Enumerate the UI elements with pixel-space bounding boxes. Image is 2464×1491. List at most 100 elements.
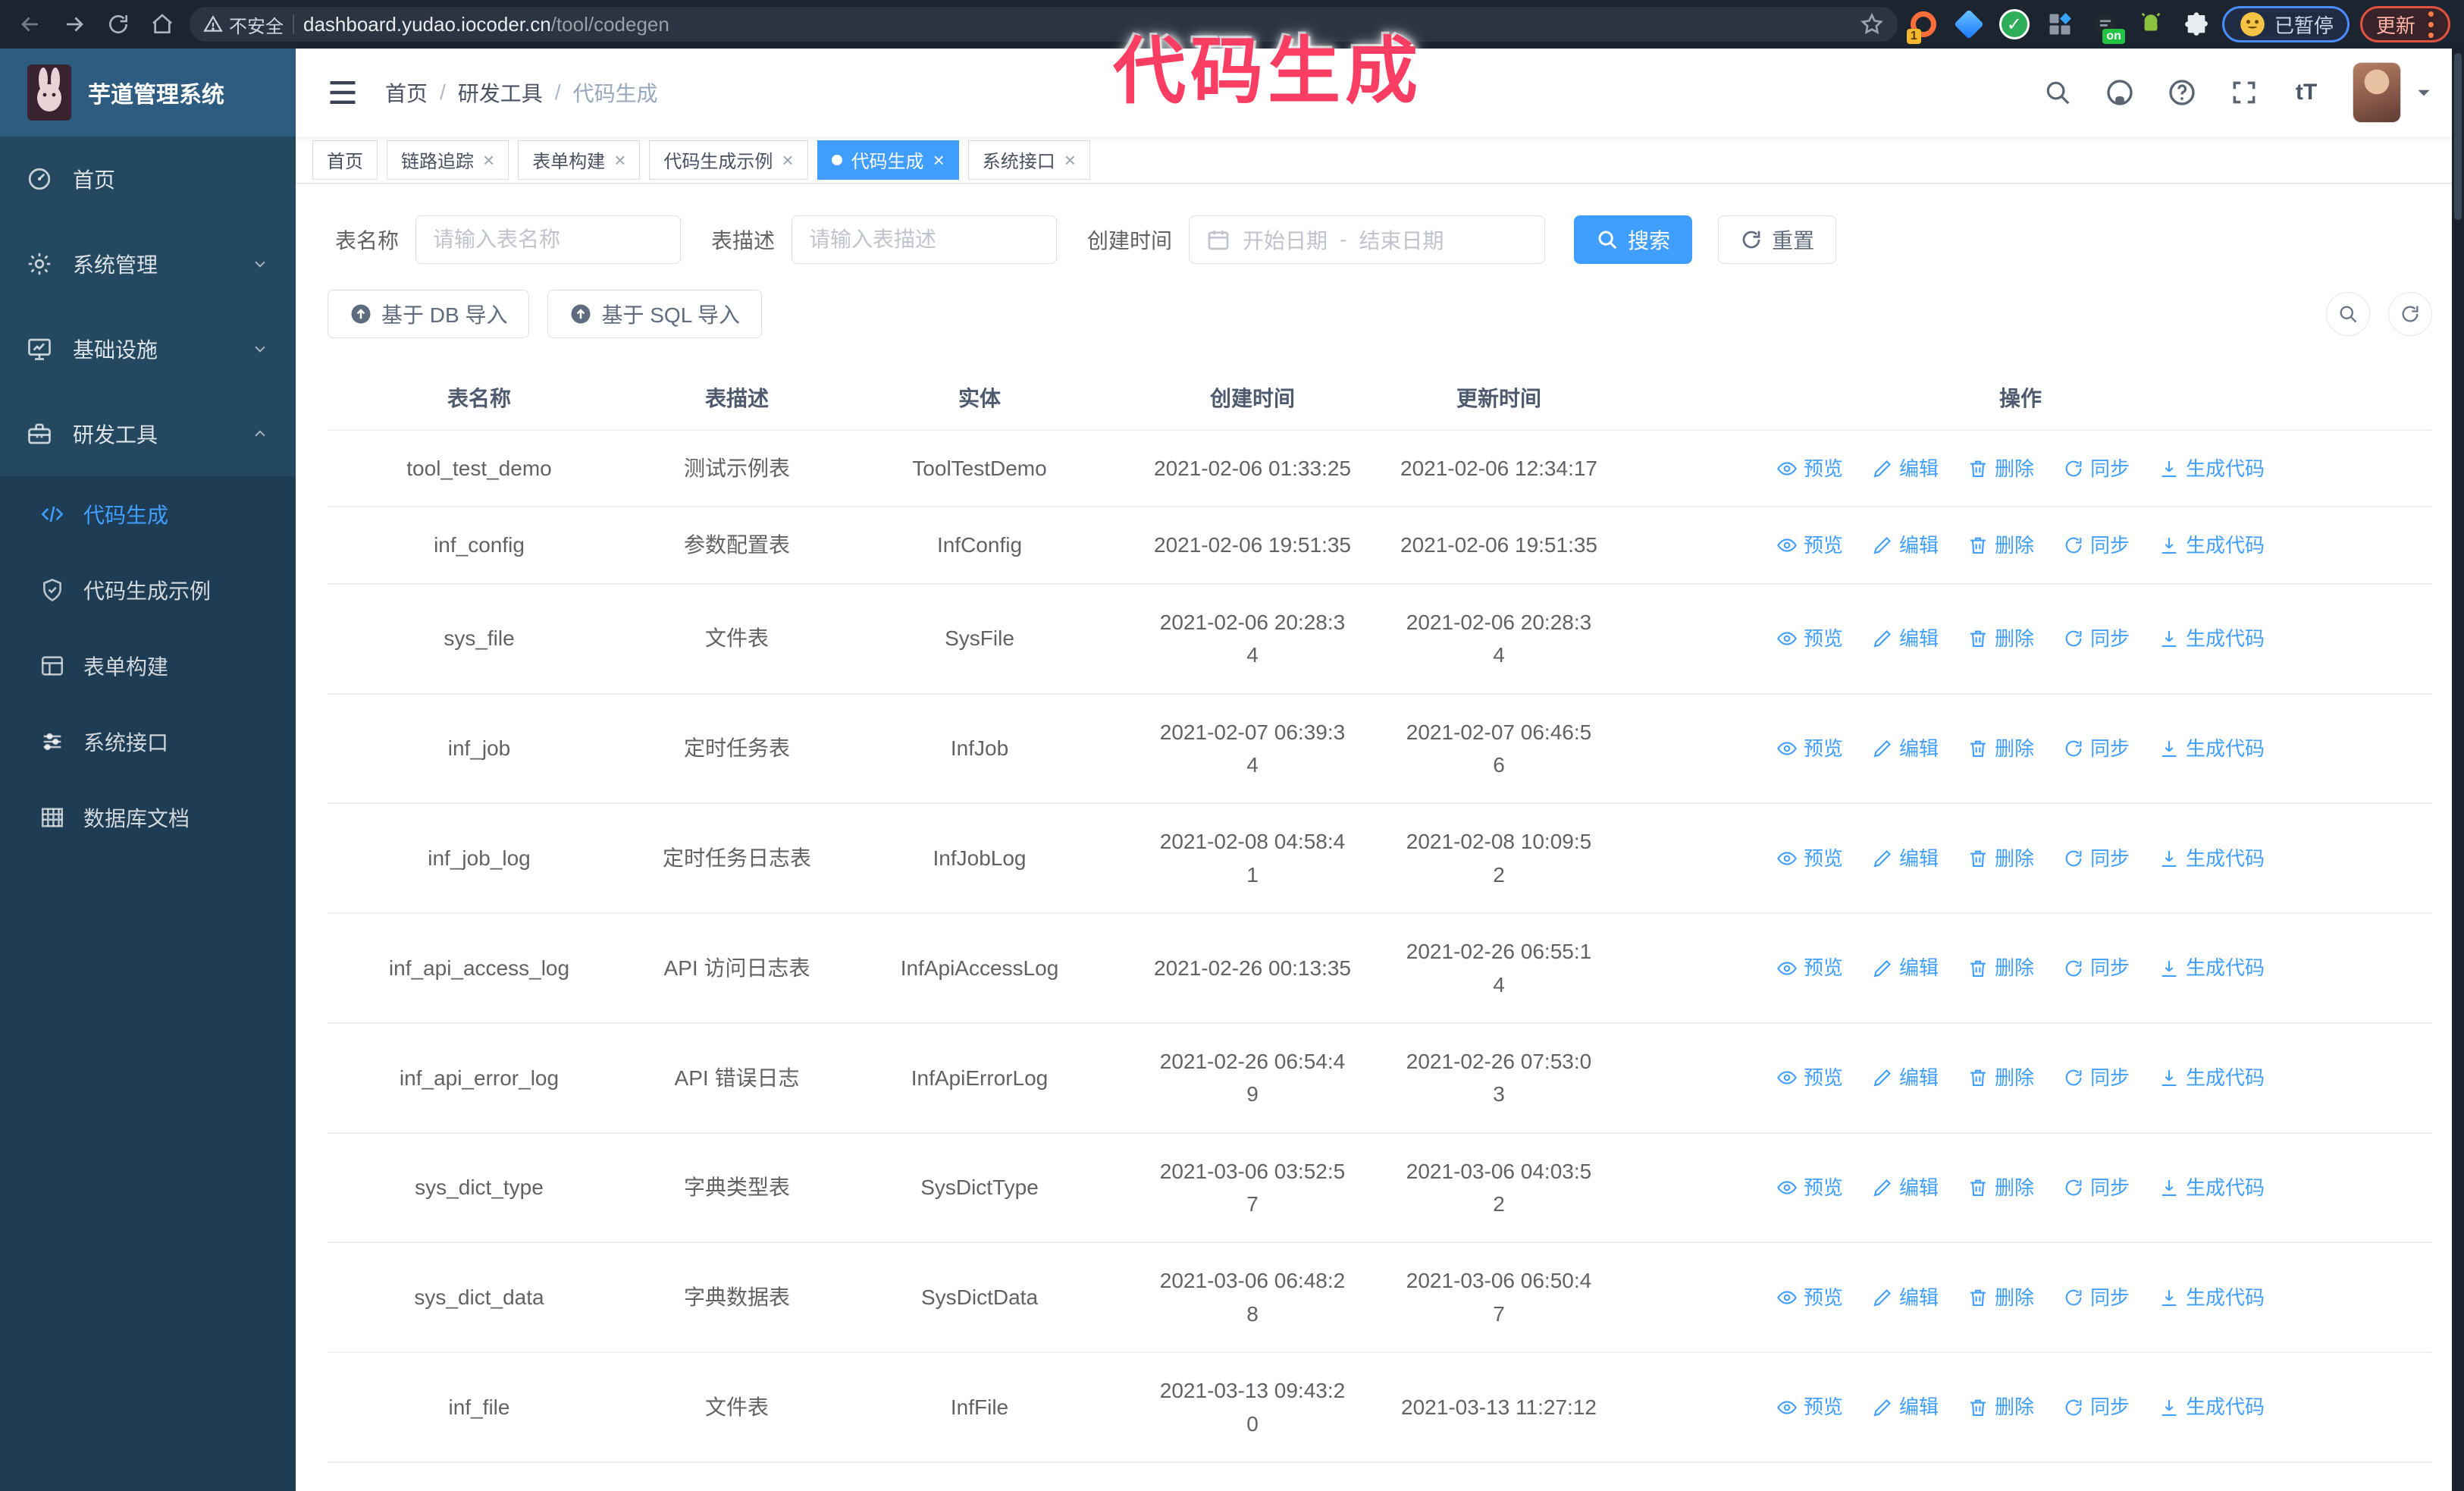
toggle-search-button[interactable]	[2326, 292, 2370, 336]
close-tab-icon[interactable]: ×	[782, 150, 793, 170]
extension-on-icon[interactable]: on	[2090, 9, 2125, 44]
paused-extension-button[interactable]: 已暂停	[2221, 6, 2350, 42]
close-tab-icon[interactable]: ×	[1064, 150, 1076, 170]
tab-codegen[interactable]: 代码生成 ×	[817, 140, 959, 180]
preview-link[interactable]: 预览	[1776, 530, 1843, 560]
delete-link[interactable]: 删除	[1967, 733, 2034, 764]
sync-link[interactable]: 同步	[2063, 1282, 2130, 1313]
edit-link[interactable]: 编辑	[1872, 733, 1939, 764]
delete-link[interactable]: 删除	[1967, 1282, 2034, 1313]
browser-back-icon[interactable]	[14, 8, 47, 41]
edit-link[interactable]: 编辑	[1872, 1282, 1939, 1313]
github-icon[interactable]	[2103, 76, 2136, 109]
preview-link[interactable]: 预览	[1776, 733, 1843, 764]
close-tab-icon[interactable]: ×	[614, 150, 625, 170]
chrome-menu-icon[interactable]: • • •	[2428, 4, 2434, 46]
tab-tracing[interactable]: 链路追踪 ×	[387, 140, 509, 180]
preview-link[interactable]: 预览	[1776, 1063, 1843, 1093]
preview-link[interactable]: 预览	[1776, 843, 1843, 874]
reset-button[interactable]: 重置	[1718, 215, 1837, 264]
sidebar-item-devtools[interactable]: 研发工具	[0, 391, 296, 476]
sidebar-item-home[interactable]: 首页	[0, 137, 296, 221]
help-icon[interactable]	[2165, 76, 2199, 109]
scrollbar-thumb[interactable]	[2454, 53, 2462, 220]
sync-link[interactable]: 同步	[2063, 530, 2130, 560]
breadcrumb-item[interactable]: 首页	[385, 77, 428, 108]
tab-codegen-example[interactable]: 代码生成示例 ×	[649, 140, 808, 180]
sync-link[interactable]: 同步	[2063, 1063, 2130, 1093]
delete-link[interactable]: 删除	[1967, 1172, 2034, 1203]
preview-link[interactable]: 预览	[1776, 1392, 1843, 1422]
delete-link[interactable]: 删除	[1967, 530, 2034, 560]
generate-link[interactable]: 生成代码	[2158, 454, 2265, 484]
sync-link[interactable]: 同步	[2063, 1172, 2130, 1203]
delete-link[interactable]: 删除	[1967, 1063, 2034, 1093]
sidebar-item-db-doc[interactable]: 数据库文档	[0, 780, 296, 855]
sync-link[interactable]: 同步	[2063, 953, 2130, 983]
close-tab-icon[interactable]: ×	[483, 150, 494, 170]
sync-link[interactable]: 同步	[2063, 1392, 2130, 1422]
sidebar-item-system-api[interactable]: 系统接口	[0, 704, 296, 780]
preview-link[interactable]: 预览	[1776, 1282, 1843, 1313]
edit-link[interactable]: 编辑	[1872, 1172, 1939, 1203]
generate-link[interactable]: 生成代码	[2158, 1392, 2265, 1422]
edit-link[interactable]: 编辑	[1872, 953, 1939, 983]
edit-link[interactable]: 编辑	[1872, 1392, 1939, 1422]
generate-link[interactable]: 生成代码	[2158, 623, 2265, 654]
generate-link[interactable]: 生成代码	[2158, 733, 2265, 764]
delete-link[interactable]: 删除	[1967, 953, 2034, 983]
generate-link[interactable]: 生成代码	[2158, 953, 2265, 983]
browser-forward-icon[interactable]	[58, 8, 91, 41]
tab-home[interactable]: 首页	[312, 140, 378, 180]
generate-link[interactable]: 生成代码	[2158, 843, 2265, 874]
browser-reload-icon[interactable]	[102, 8, 135, 41]
sidebar-item-codegen[interactable]: 代码生成	[0, 476, 296, 552]
extension-grid-icon[interactable]	[2045, 9, 2075, 39]
user-avatar[interactable]	[2353, 63, 2400, 122]
user-menu-caret-icon[interactable]	[2414, 83, 2434, 102]
sync-link[interactable]: 同步	[2063, 843, 2130, 874]
preview-link[interactable]: 预览	[1776, 1172, 1843, 1203]
search-icon[interactable]	[2041, 76, 2074, 109]
edit-link[interactable]: 编辑	[1872, 623, 1939, 654]
fullscreen-icon[interactable]	[2227, 76, 2261, 109]
sync-link[interactable]: 同步	[2063, 454, 2130, 484]
address-bar[interactable]: 不安全 dashboard.yudao.iocoder.cn/tool/code…	[190, 7, 1898, 42]
tab-form-builder[interactable]: 表单构建 ×	[518, 140, 641, 180]
extension-check-icon[interactable]: ✓	[1998, 9, 2030, 39]
delete-link[interactable]: 删除	[1967, 454, 2034, 484]
edit-link[interactable]: 编辑	[1872, 530, 1939, 560]
table-desc-input[interactable]	[792, 215, 1058, 264]
edit-link[interactable]: 编辑	[1872, 843, 1939, 874]
preview-link[interactable]: 预览	[1776, 623, 1843, 654]
generate-link[interactable]: 生成代码	[2158, 1063, 2265, 1093]
table-name-input[interactable]	[415, 215, 682, 264]
extension-puzzle-icon[interactable]	[2181, 9, 2212, 39]
search-button[interactable]: 搜索	[1574, 215, 1693, 264]
font-size-icon[interactable]: tT	[2290, 76, 2323, 109]
breadcrumb-item[interactable]: 研发工具	[458, 77, 543, 108]
import-db-button[interactable]: 基于 DB 导入	[328, 290, 530, 338]
sidebar-item-system[interactable]: 系统管理	[0, 221, 296, 306]
generate-link[interactable]: 生成代码	[2158, 1282, 2265, 1313]
update-browser-button[interactable]: 更新 • • •	[2359, 4, 2450, 46]
generate-link[interactable]: 生成代码	[2158, 530, 2265, 560]
sidebar-item-form-builder[interactable]: 表单构建	[0, 628, 296, 704]
bookmark-star-icon[interactable]	[1860, 12, 1884, 36]
app-logo[interactable]: 芋道管理系统	[0, 49, 296, 137]
not-secure-warning[interactable]: 不安全	[203, 11, 284, 38]
preview-link[interactable]: 预览	[1776, 953, 1843, 983]
delete-link[interactable]: 删除	[1967, 1392, 2034, 1422]
scrollbar[interactable]	[2452, 49, 2464, 1491]
extension-gem-icon[interactable]	[1954, 9, 1984, 39]
sidebar-item-infra[interactable]: 基础设施	[0, 306, 296, 391]
browser-home-icon[interactable]	[146, 8, 179, 41]
import-sql-button[interactable]: 基于 SQL 导入	[547, 290, 763, 338]
extension-android-icon[interactable]	[2136, 9, 2166, 39]
refresh-button[interactable]	[2388, 292, 2432, 336]
sidebar-item-codegen-example[interactable]: 代码生成示例	[0, 552, 296, 628]
collapse-sidebar-icon[interactable]	[326, 76, 359, 109]
preview-link[interactable]: 预览	[1776, 454, 1843, 484]
extension-orange-icon[interactable]: 1	[1906, 9, 1939, 44]
edit-link[interactable]: 编辑	[1872, 1063, 1939, 1093]
